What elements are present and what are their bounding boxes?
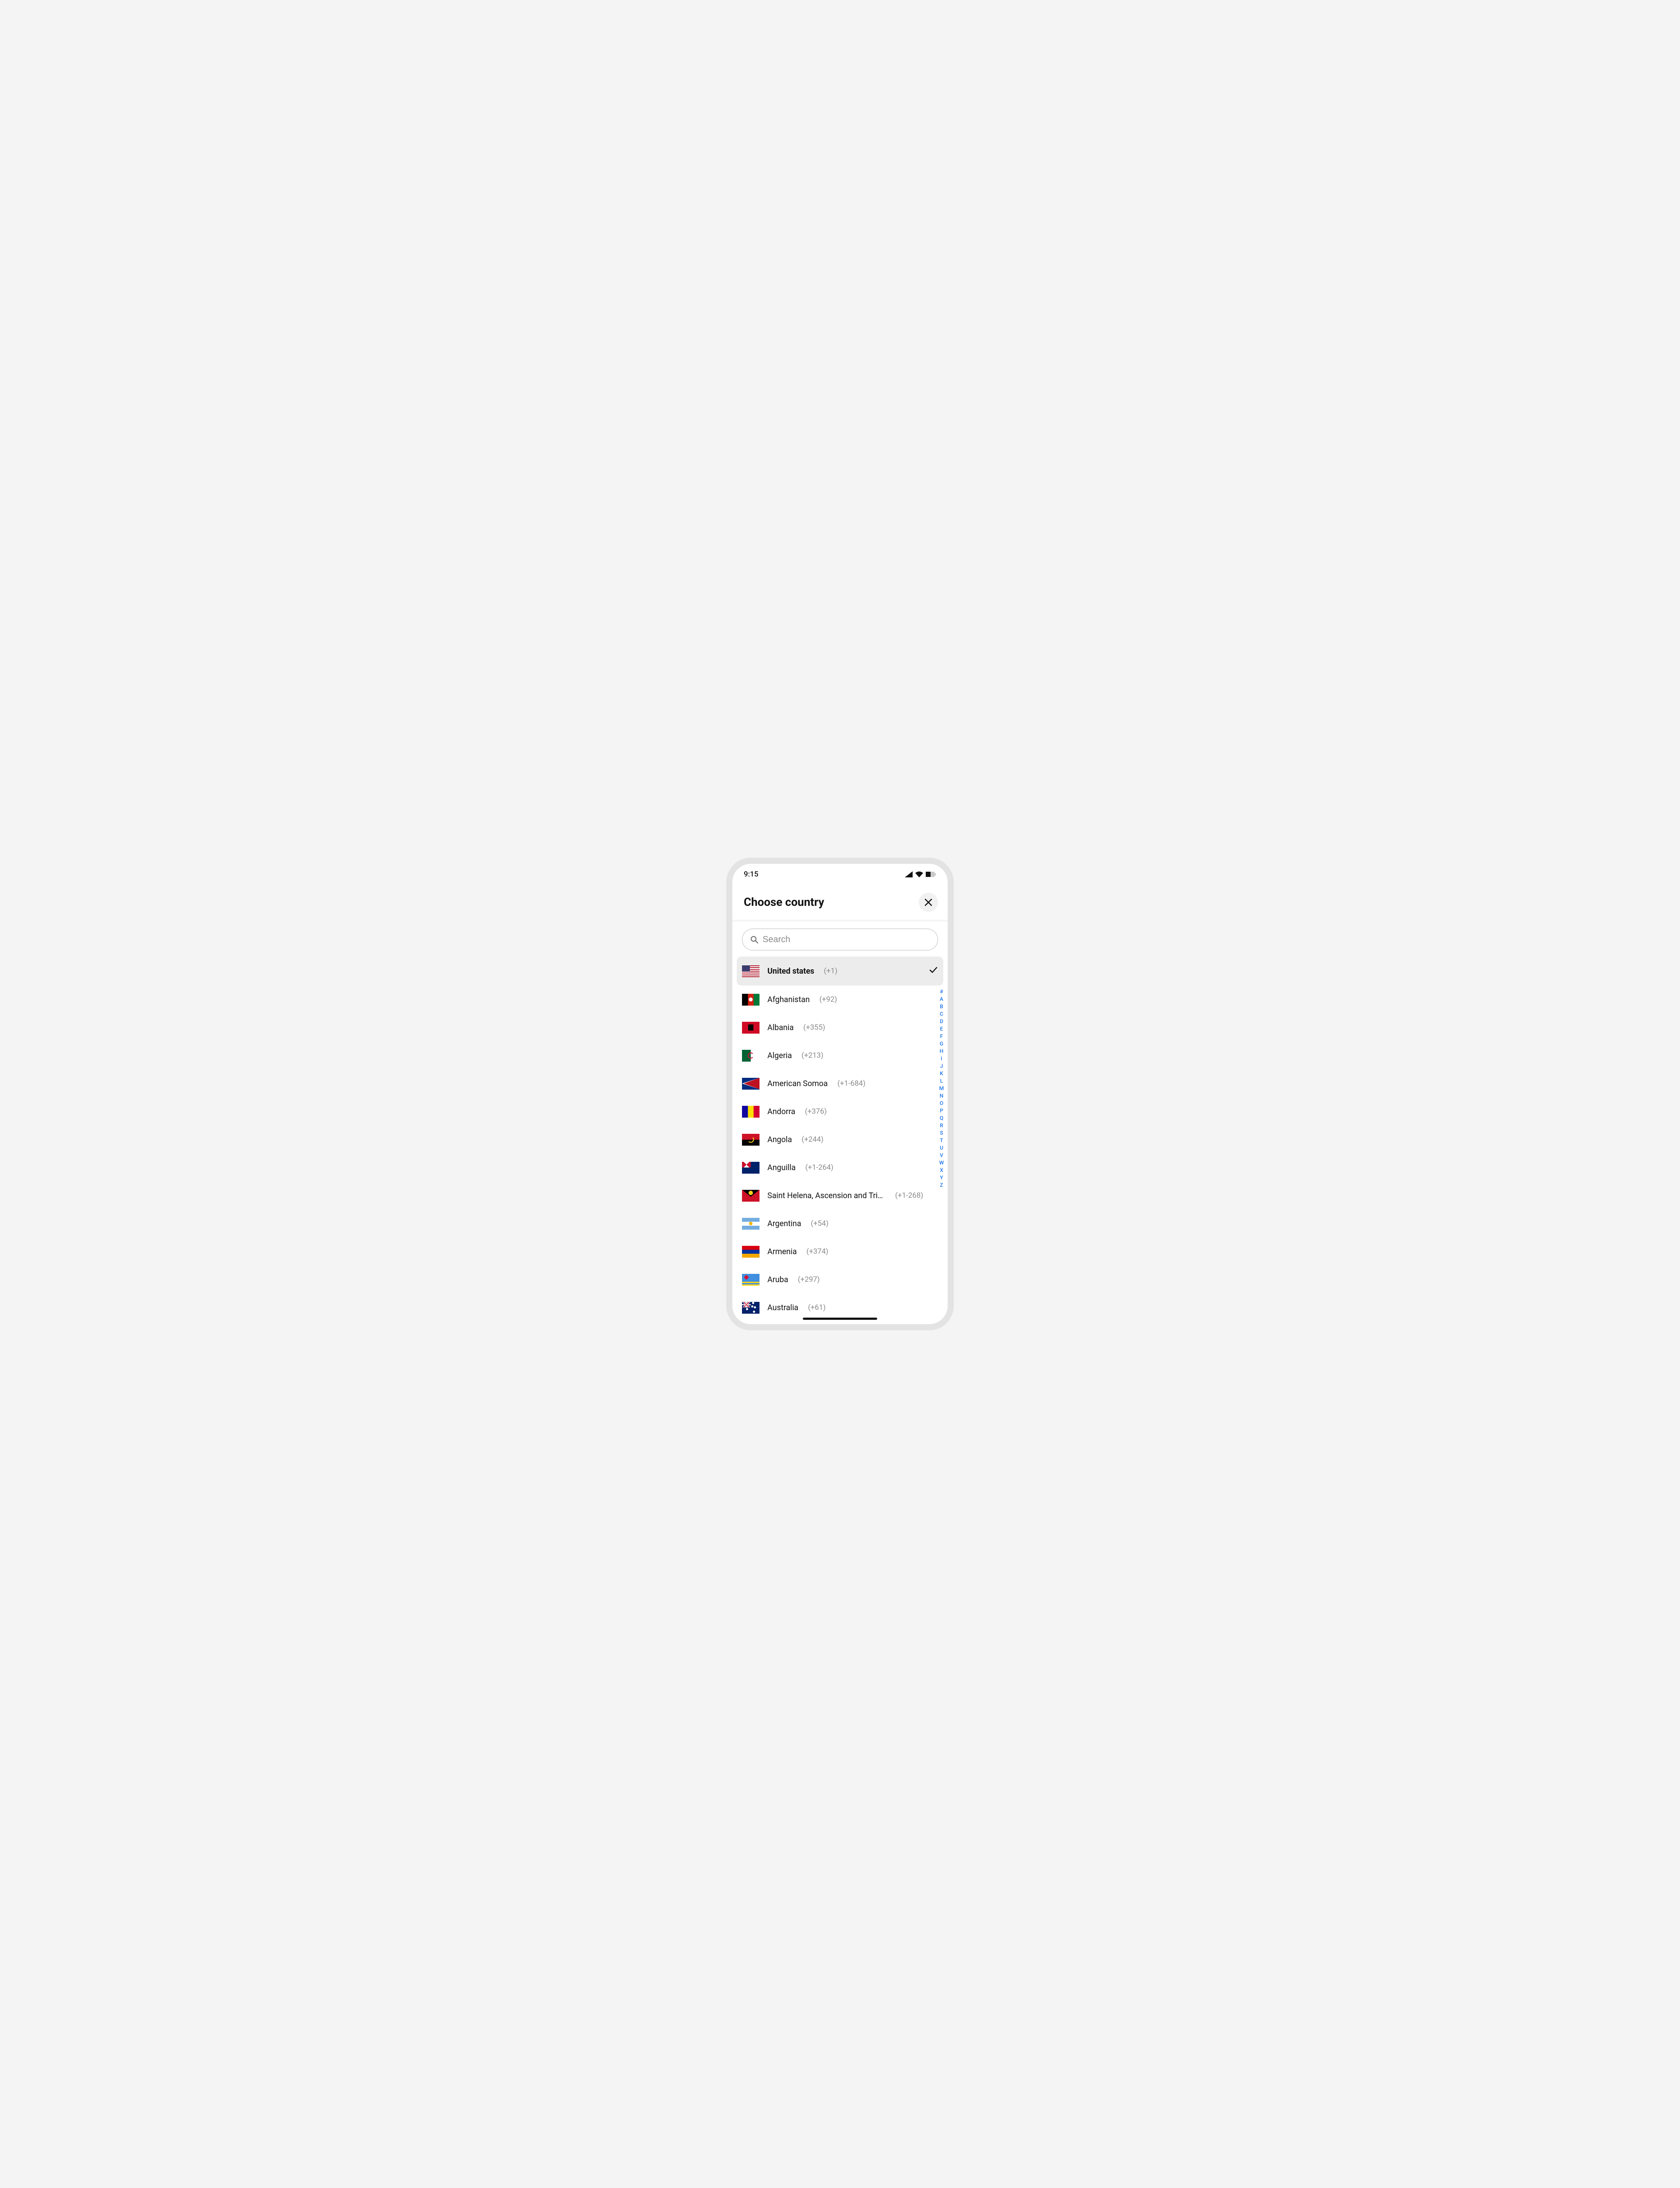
country-name: Saint Helena, Ascension and Tris...	[767, 1191, 886, 1200]
flag-icon	[742, 1022, 760, 1034]
alpha-index-letter[interactable]: Q	[938, 1115, 945, 1122]
country-code: (+297)	[798, 1275, 820, 1284]
close-icon	[924, 898, 933, 907]
close-button[interactable]	[919, 893, 938, 912]
country-name: Aruba	[767, 1275, 788, 1284]
alpha-index-letter[interactable]: I	[938, 1055, 945, 1062]
alpha-index-letter[interactable]: V	[938, 1152, 945, 1159]
status-time: 9:15	[744, 870, 758, 879]
flag-icon	[742, 965, 760, 977]
country-name: Argentina	[767, 1219, 801, 1228]
flag-icon	[742, 1274, 760, 1286]
country-code: (+213)	[802, 1051, 823, 1060]
flag-icon	[742, 1218, 760, 1230]
alpha-index-letter[interactable]: H	[938, 1048, 945, 1055]
country-code: (+1-684)	[837, 1079, 865, 1088]
alpha-index-letter[interactable]: E	[938, 1025, 945, 1033]
alpha-index-letter[interactable]: P	[938, 1107, 945, 1115]
country-code: (+92)	[819, 995, 837, 1004]
search-input[interactable]	[763, 935, 930, 945]
alpha-index-letter[interactable]: S	[938, 1129, 945, 1137]
cellular-icon	[905, 871, 913, 877]
country-code: (+61)	[808, 1303, 826, 1312]
country-row[interactable]: Andorra (+376)	[732, 1098, 948, 1126]
alpha-index-letter[interactable]: M	[938, 1085, 945, 1092]
country-code: (+1-268)	[895, 1191, 923, 1200]
country-row[interactable]: Albania (+355)	[732, 1013, 948, 1041]
country-list[interactable]: United states (+1) Afghanistan (+92) Albania…	[732, 957, 948, 1324]
country-name: Anguilla	[767, 1163, 796, 1172]
status-bar: 9:15	[732, 864, 948, 885]
country-name: American Somoa	[767, 1079, 828, 1088]
alpha-index-letter[interactable]: Z	[938, 1182, 945, 1189]
alpha-index-letter[interactable]: J	[938, 1062, 945, 1070]
country-name: United states	[767, 967, 814, 976]
alpha-index-letter[interactable]: R	[938, 1122, 945, 1129]
flag-icon	[742, 1246, 760, 1258]
alpha-index-letter[interactable]: A	[938, 996, 945, 1003]
country-row-selected[interactable]: United states (+1)	[737, 957, 943, 985]
country-name: Algeria	[767, 1051, 792, 1060]
search-icon	[750, 936, 758, 943]
header: Choose country	[732, 885, 948, 920]
country-code: (+1)	[824, 967, 837, 975]
alpha-index-letter[interactable]: B	[938, 1003, 945, 1010]
alpha-index-letter[interactable]: C	[938, 1010, 945, 1018]
alpha-index-letter[interactable]: G	[938, 1040, 945, 1048]
alpha-index-letter[interactable]: U	[938, 1144, 945, 1152]
country-code: (+374)	[806, 1247, 828, 1256]
country-name: Afghanistan	[767, 995, 810, 1004]
country-name: Armenia	[767, 1247, 797, 1256]
home-indicator[interactable]	[803, 1318, 877, 1320]
header-divider	[732, 920, 948, 922]
country-code: (+376)	[805, 1107, 827, 1116]
alpha-index-letter[interactable]: D	[938, 1018, 945, 1025]
country-code: (+54)	[811, 1219, 829, 1228]
alpha-index-letter[interactable]: O	[938, 1100, 945, 1107]
check-icon	[928, 965, 938, 977]
country-row[interactable]: Angola (+244)	[732, 1126, 948, 1154]
flag-icon	[742, 1302, 760, 1314]
country-row[interactable]: American Somoa (+1-684)	[732, 1069, 948, 1098]
country-row[interactable]: Argentina (+54)	[732, 1210, 948, 1238]
country-code: (+244)	[802, 1135, 823, 1144]
wifi-icon	[915, 871, 923, 877]
flag-icon	[742, 1050, 760, 1062]
flag-icon	[742, 1078, 760, 1090]
country-name: Angola	[767, 1135, 792, 1144]
battery-icon	[926, 872, 936, 877]
alpha-index-letter[interactable]: W	[938, 1159, 945, 1167]
alpha-index-letter[interactable]: L	[938, 1077, 945, 1085]
alpha-index-letter[interactable]: K	[938, 1070, 945, 1077]
alpha-index-letter[interactable]: F	[938, 1033, 945, 1040]
alpha-index-letter[interactable]: N	[938, 1092, 945, 1100]
country-row[interactable]: Aruba (+297)	[732, 1266, 948, 1294]
country-code: (+355)	[803, 1023, 825, 1032]
alpha-index-letter[interactable]: T	[938, 1137, 945, 1144]
alpha-index-letter[interactable]: Y	[938, 1174, 945, 1182]
country-code: (+1-264)	[805, 1163, 833, 1172]
search-bar[interactable]	[742, 929, 938, 950]
country-name: Albania	[767, 1023, 794, 1032]
page-title: Choose country	[744, 896, 824, 909]
status-icons	[905, 871, 936, 877]
country-row[interactable]: Saint Helena, Ascension and Tris... (+1-2…	[732, 1182, 948, 1210]
country-row[interactable]: Armenia (+374)	[732, 1238, 948, 1266]
alpha-index[interactable]: #ABCDEFGHIJKLMNOPQRSTUVWXYZ	[938, 988, 945, 1189]
country-row[interactable]: Anguilla (+1-264)	[732, 1154, 948, 1182]
flag-icon	[742, 1134, 760, 1146]
country-row[interactable]: Afghanistan (+92)	[732, 985, 948, 1013]
country-name: Andorra	[767, 1107, 795, 1116]
phone-frame: 9:15 Choose country United states (+1) Afg…	[726, 858, 954, 1330]
flag-icon	[742, 994, 760, 1006]
country-name: Australia	[767, 1303, 798, 1312]
flag-icon	[742, 1190, 760, 1202]
country-row[interactable]: Algeria (+213)	[732, 1041, 948, 1069]
alpha-index-letter[interactable]: #	[938, 988, 945, 996]
content-area: United states (+1) Afghanistan (+92) Albania…	[732, 957, 948, 1324]
flag-icon	[742, 1162, 760, 1174]
alpha-index-letter[interactable]: X	[938, 1167, 945, 1174]
flag-icon	[742, 1106, 760, 1118]
